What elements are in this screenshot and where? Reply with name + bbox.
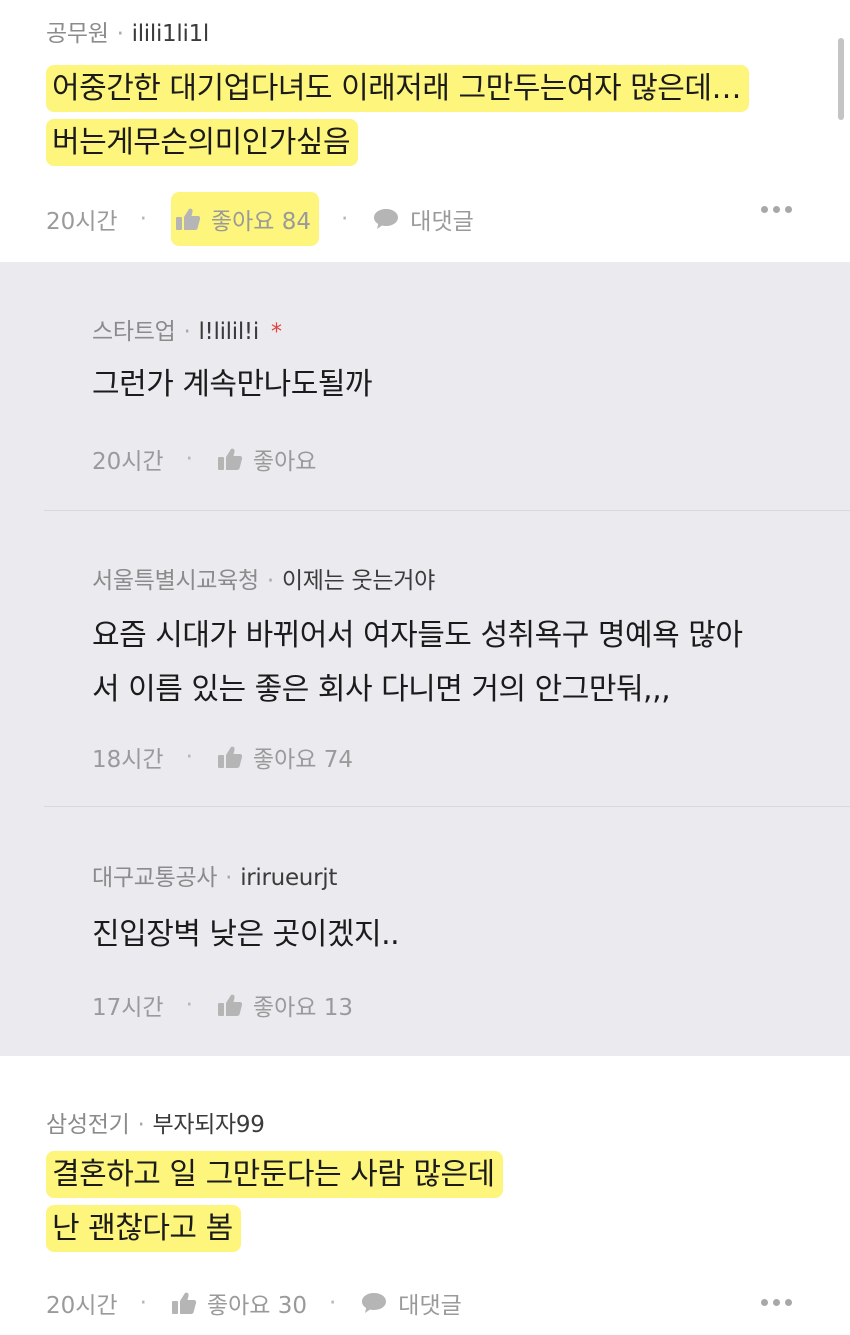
thumbs-up-icon (217, 994, 243, 1016)
company-name[interactable]: 대구교통공사 (92, 865, 217, 891)
comment-time: 20시간 (46, 209, 118, 235)
like-label: 좋아요 13 (252, 995, 353, 1021)
comment-actions: 18시간 · 좋아요 74 (92, 740, 353, 774)
thumbs-up-icon (171, 1292, 197, 1314)
company-name[interactable]: 삼성전기 (46, 1112, 130, 1138)
comment-time: 20시간 (92, 449, 164, 475)
comment-time: 17시간 (92, 995, 164, 1021)
company-name[interactable]: 서울특별시교육청 (92, 568, 259, 594)
comment-line: 서 이름 있는 좋은 회사 다니면 거의 안그만둬,,, (92, 672, 671, 707)
speech-bubble-icon (362, 1293, 387, 1313)
comment-line: 그런가 계속만나도될까 (92, 367, 373, 402)
more-options-icon[interactable] (761, 206, 792, 213)
comment-time: 18시간 (92, 747, 164, 773)
thumbs-up-icon (175, 208, 201, 230)
like-button[interactable]: 좋아요 30 (171, 1286, 307, 1320)
comment-actions: 20시간 · 좋아요 (92, 442, 316, 476)
meta-separator: · (185, 992, 193, 1018)
divider (44, 510, 850, 511)
comment-body: 그런가 계속만나도될까 (92, 358, 373, 412)
company-name[interactable]: 공무원 (46, 21, 109, 47)
comment-line: 진입장벽 낮은 곳이겠지.. (92, 917, 400, 952)
meta-separator: · (225, 865, 233, 891)
like-button[interactable]: 좋아요 74 (217, 740, 353, 774)
like-button[interactable]: 좋아요 (217, 442, 316, 476)
comment-meta: 공무원 · ilili1li1l (46, 14, 209, 48)
comment-body: 진입장벽 낮은 곳이겠지.. (92, 908, 400, 962)
comment-actions: 20시간 · 좋아요 84 · 대댓글 (46, 192, 474, 246)
comment-actions: 17시간 · 좋아요 13 (92, 988, 353, 1022)
meta-separator: · (266, 568, 274, 594)
nickname[interactable]: l!lilil!i (198, 319, 259, 345)
reply-label: 대댓글 (410, 209, 474, 235)
meta-separator: · (139, 1290, 147, 1316)
reply-button[interactable]: 대댓글 (372, 202, 474, 236)
like-button[interactable]: 좋아요 13 (217, 988, 353, 1022)
comment-meta: 삼성전기 · 부자되자99 (46, 1105, 265, 1139)
comment-meta: 대구교통공사 · irirueurjt (92, 858, 337, 892)
like-label: 좋아요 (252, 449, 317, 475)
comment-line: 요즘 시대가 바뀌어서 여자들도 성취욕구 명예욕 많아 (92, 618, 743, 653)
company-name[interactable]: 스타트업 (92, 319, 176, 345)
like-label: 좋아요 74 (252, 747, 353, 773)
comment-meta: 서울특별시교육청 · 이제는 웃는거야 (92, 561, 435, 595)
reply-label: 대댓글 (398, 1293, 462, 1319)
meta-separator: · (116, 21, 124, 47)
nickname[interactable]: irirueurjt (240, 865, 337, 891)
meta-separator: · (340, 206, 349, 232)
comment-actions: 20시간 · 좋아요 30 · 대댓글 (46, 1286, 462, 1320)
comment-thread: 공무원 · ilili1li1l 어중간한 대기업다녀도 이래저래 그만두는여자 많… (0, 0, 850, 1335)
comment-line: 결혼하고 일 그만둔다는 사람 많은데 (46, 1151, 503, 1198)
meta-separator: · (183, 319, 191, 345)
meta-separator: · (137, 1112, 145, 1138)
thumbs-up-icon (217, 448, 243, 470)
comment-body: 요즘 시대가 바뀌어서 여자들도 성취욕구 명예욕 많아 서 이름 있는 좋은 … (92, 609, 743, 717)
comment-line: 난 괜찮다고 봄 (46, 1205, 241, 1252)
like-label: 좋아요 84 (210, 209, 311, 235)
nickname[interactable]: 부자되자99 (152, 1112, 264, 1138)
nickname[interactable]: 이제는 웃는거야 (282, 568, 435, 594)
comment-line: 버는게무슨의미인가싶음 (46, 119, 359, 166)
more-options-icon[interactable] (761, 1299, 792, 1306)
divider (44, 806, 850, 807)
comment-body: 결혼하고 일 그만둔다는 사람 많은데 난 괜찮다고 봄 (46, 1148, 503, 1256)
comment-meta: 스타트업 · l!lilil!i * (92, 312, 282, 346)
speech-bubble-icon (374, 209, 399, 229)
meta-separator: · (328, 1290, 337, 1316)
reply-button[interactable]: 대댓글 (360, 1286, 462, 1320)
author-mark: * (270, 320, 282, 345)
comment-body: 어중간한 대기업다녀도 이래저래 그만두는여자 많은데… 버는게무슨의미인가싶음 (46, 62, 749, 170)
like-label: 좋아요 30 (206, 1293, 307, 1319)
meta-separator: · (185, 744, 193, 770)
thumbs-up-icon (217, 746, 243, 768)
comment-time: 20시간 (46, 1293, 118, 1319)
comment-line: 어중간한 대기업다녀도 이래저래 그만두는여자 많은데… (46, 65, 749, 112)
meta-separator: · (185, 446, 193, 472)
nickname[interactable]: ilili1li1l (132, 21, 210, 47)
scrollbar[interactable] (838, 38, 844, 120)
like-button[interactable]: 좋아요 84 (170, 192, 319, 246)
meta-separator: · (139, 206, 147, 232)
